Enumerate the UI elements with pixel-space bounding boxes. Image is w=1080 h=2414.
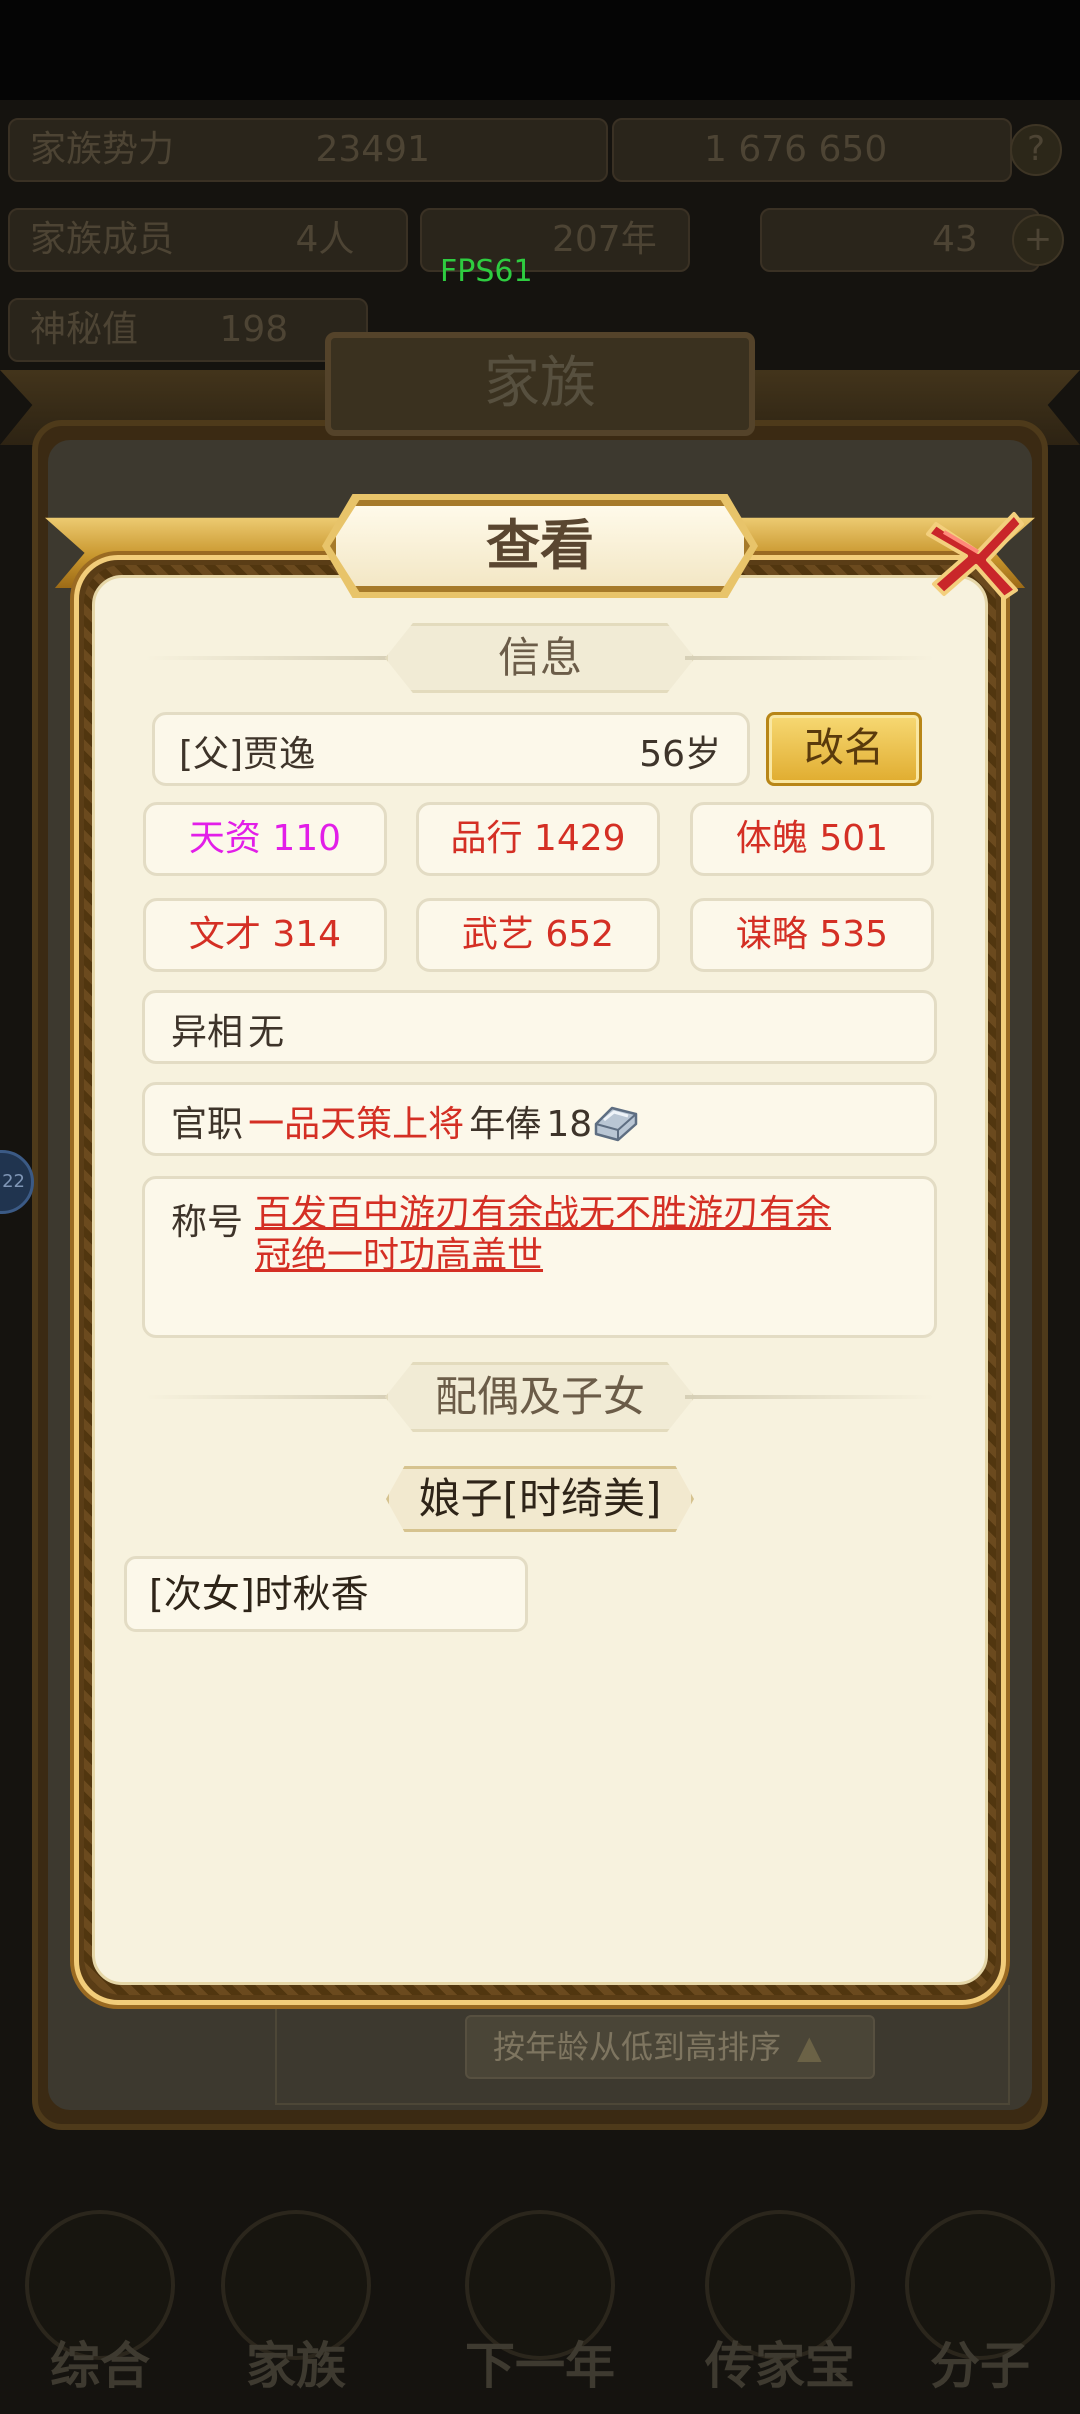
titles-line-1[interactable]: 百发百中游刃有余战无不胜游刃有余 xyxy=(255,1193,905,1235)
family-title: 家族 xyxy=(325,332,755,436)
nav-branch-label: 分子 xyxy=(930,2337,1030,2395)
spouse-button[interactable]: 娘子[时绮美] xyxy=(386,1466,694,1532)
divider-left xyxy=(145,1395,395,1399)
nav-overview-label: 综合 xyxy=(50,2337,150,2395)
nav-family-label: 家族 xyxy=(246,2337,346,2395)
family-header-label: 配偶及子女 xyxy=(385,1362,695,1432)
divider-left xyxy=(145,656,395,660)
titles-box: 称号 百发百中游刃有余战无不胜游刃有余 冠绝一时功高盖世 xyxy=(142,1176,937,1338)
status-bar-area xyxy=(0,0,1080,100)
bg-currency-bar: 43 xyxy=(760,208,1040,272)
rename-button[interactable]: 改名 xyxy=(766,712,922,786)
bg-members-bar: 家族成员 4人 xyxy=(8,208,408,272)
salary-label: 年俸 xyxy=(469,1104,542,1145)
titles-line-2[interactable]: 冠绝一时功高盖世 xyxy=(255,1235,905,1277)
stat-martial: 武艺 652 xyxy=(416,898,660,972)
feature-label: 异相 xyxy=(171,1012,244,1053)
child-item[interactable]: [次女]时秋香 xyxy=(124,1556,528,1632)
stat-conduct: 品行 1429 xyxy=(416,802,660,876)
office-label: 官职 xyxy=(171,1104,244,1145)
nav-overview[interactable]: 综合 xyxy=(0,2200,200,2414)
nav-heirloom-label: 传家宝 xyxy=(705,2337,855,2395)
bottom-nav: 综合 家族 下一年 传家宝 分子 xyxy=(0,2200,1080,2414)
info-section-header: 信息 xyxy=(145,623,935,693)
nav-next-year-label: 下一年 xyxy=(465,2337,615,2395)
nav-heirloom[interactable]: 传家宝 xyxy=(680,2200,880,2414)
bg-resource-bar: 1 676 650 xyxy=(612,118,1012,182)
bg-resource-value: 1 676 650 xyxy=(704,129,888,170)
nav-family[interactable]: 家族 xyxy=(196,2200,396,2414)
person-name: [父]贾逸 xyxy=(179,734,316,775)
silver-ingot-icon xyxy=(592,1100,640,1144)
bg-members-value: 4人 xyxy=(295,219,355,260)
help-icon: ? xyxy=(1010,124,1062,176)
add-icon: + xyxy=(1012,214,1064,266)
fps-counter: FPS61 xyxy=(440,254,533,289)
salary-value: 18 xyxy=(546,1104,593,1145)
close-button[interactable] xyxy=(918,494,1030,606)
office-value: 一品天策上将 xyxy=(248,1104,465,1145)
name-field: [父]贾逸 56岁 xyxy=(152,712,750,786)
sort-by-age-button[interactable]: 按年龄从低到高排序 ▲ xyxy=(465,2015,875,2079)
modal-title: 查看 xyxy=(330,500,750,592)
titles-label: 称号 xyxy=(171,1202,244,1243)
stat-literary: 文才 314 xyxy=(143,898,387,972)
stat-physique: 体魄 501 xyxy=(690,802,934,876)
stat-talent: 天资 110 xyxy=(143,802,387,876)
titles-list: 百发百中游刃有余战无不胜游刃有余 冠绝一时功高盖世 xyxy=(255,1193,905,1277)
nav-next-year[interactable]: 下一年 xyxy=(440,2200,640,2414)
feature-row: 异相 无 xyxy=(142,990,937,1064)
divider-right xyxy=(685,1395,935,1399)
triangle-up-icon: ▲ xyxy=(797,2028,822,2066)
divider-right xyxy=(685,656,935,660)
bg-mystery-value: 198 xyxy=(219,309,289,350)
family-section-header: 配偶及子女 xyxy=(145,1362,935,1432)
bg-bar-label: 家族势力 xyxy=(30,129,175,170)
close-icon xyxy=(926,512,1024,600)
bg-family-power-bar: 家族势力 23491 xyxy=(8,118,608,182)
bg-members-label: 家族成员 xyxy=(30,219,175,260)
office-row: 官职 一品天策上将 年俸 18 xyxy=(142,1082,937,1156)
bg-mystery-label: 神秘值 xyxy=(30,309,139,350)
person-age: 56岁 xyxy=(639,734,721,775)
bg-bar-value: 23491 xyxy=(315,129,430,170)
bg-currency-value: 43 xyxy=(932,219,978,260)
stat-strategy: 谋略 535 xyxy=(690,898,934,972)
bg-year-value: 207年 xyxy=(552,219,657,260)
feature-value: 无 xyxy=(248,1012,285,1053)
feature-row-content: 异相 无 xyxy=(171,1003,284,1055)
info-header-label: 信息 xyxy=(385,623,695,693)
sort-button-label: 按年龄从低到高排序 xyxy=(493,2028,782,2066)
nav-branch[interactable]: 分子 xyxy=(880,2200,1080,2414)
office-row-content: 官职 一品天策上将 年俸 18 xyxy=(171,1095,640,1147)
bg-mystery-bar: 神秘值 198 xyxy=(8,298,368,362)
